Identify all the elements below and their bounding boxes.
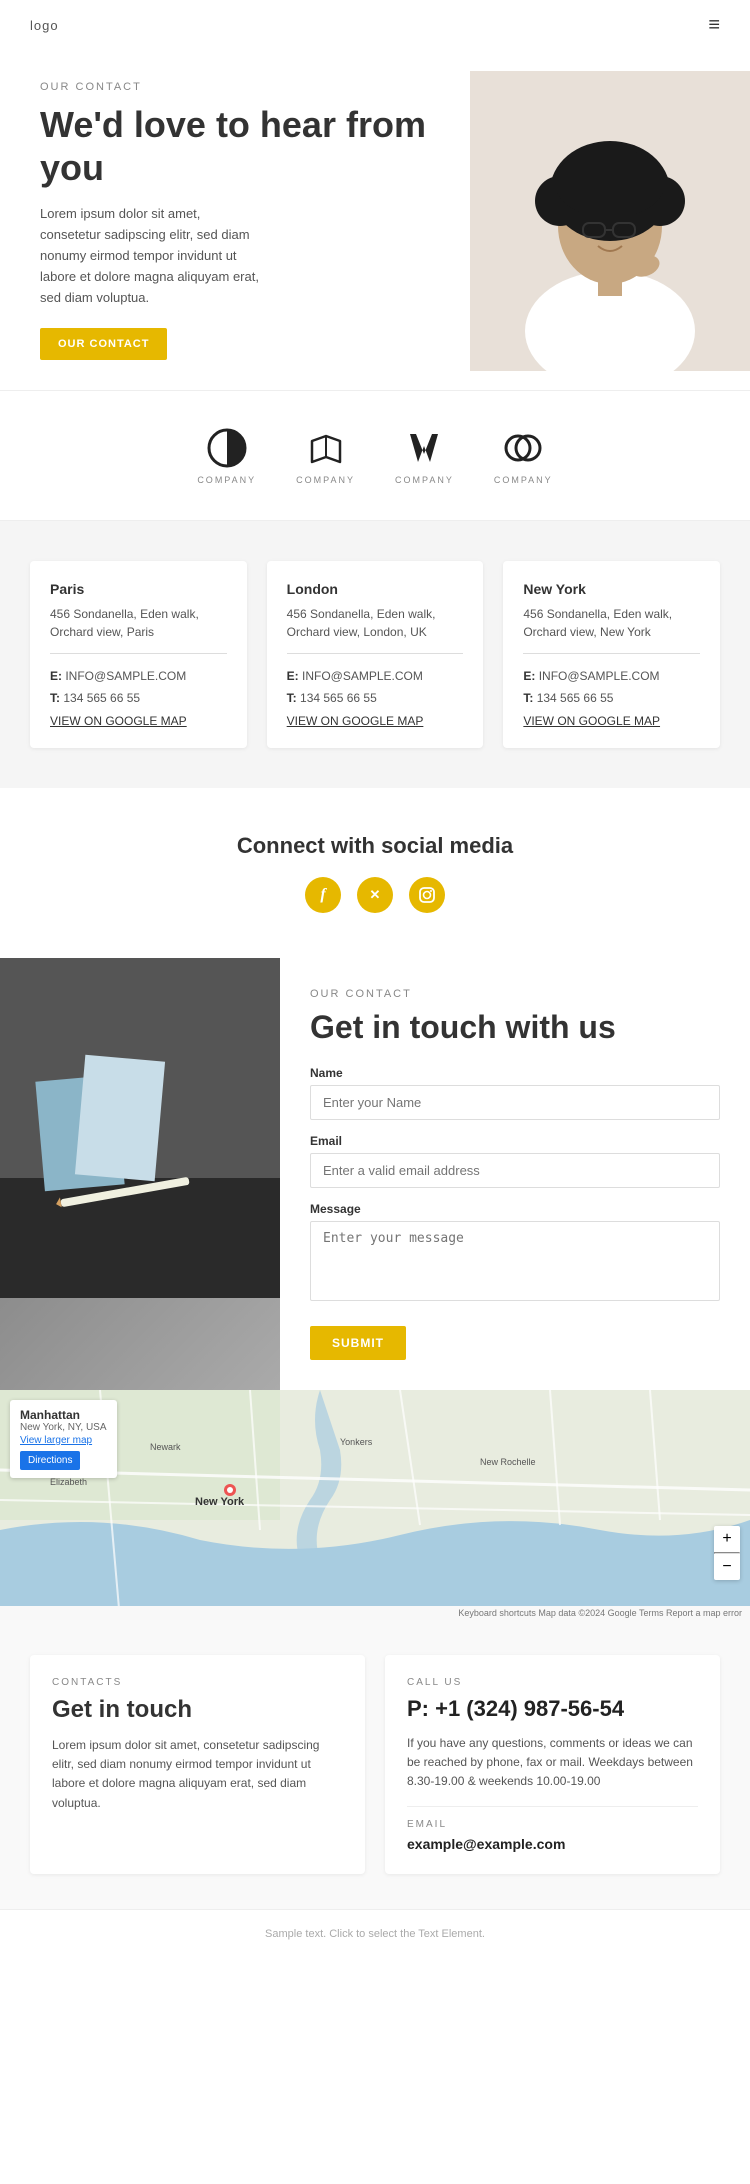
contacts-card-label: CONTACTS	[52, 1677, 343, 1688]
message-form-group: Message	[310, 1202, 720, 1306]
map-zoom-controls: + −	[714, 1526, 740, 1580]
offices-grid: Paris 456 Sondanella, Eden walk, Orchard…	[30, 561, 720, 747]
hero-person-illustration	[470, 71, 750, 371]
message-label: Message	[310, 1202, 720, 1216]
logo-icon-3	[402, 426, 446, 470]
office-city-london: London	[287, 581, 464, 597]
hero-title: We'd love to hear from you	[40, 103, 450, 189]
form-section-title: Get in touch with us	[310, 1008, 720, 1046]
logo-item-1: COMPANY	[197, 426, 256, 485]
map-zoom-in-button[interactable]: +	[714, 1526, 740, 1552]
office-card-london: London 456 Sondanella, Eden walk, Orchar…	[267, 561, 484, 747]
footer-text: Sample text. Click to select the Text El…	[265, 1928, 485, 1940]
office-city-paris: Paris	[50, 581, 227, 597]
office-divider-london	[287, 653, 464, 654]
hero-content: OUR CONTACT We'd love to hear from you L…	[40, 51, 470, 390]
office-map-link-newyork[interactable]: VIEW ON GOOGLE MAP	[523, 714, 700, 728]
map-location: Manhattan	[20, 1408, 80, 1422]
bottom-contacts-section: CONTACTS Get in touch Lorem ipsum dolor …	[0, 1620, 750, 1909]
svg-text:Elizabeth: Elizabeth	[50, 1477, 87, 1487]
logo: logo	[30, 18, 59, 33]
logo-name-2: COMPANY	[296, 475, 355, 485]
logo-name-3: COMPANY	[395, 475, 454, 485]
email-form-group: Email	[310, 1134, 720, 1188]
email-section-label: EMAIL	[407, 1819, 698, 1830]
message-textarea[interactable]	[310, 1221, 720, 1301]
call-card-label: CALL US	[407, 1677, 698, 1688]
contacts-card-desc: Lorem ipsum dolor sit amet, consetetur s…	[52, 1736, 343, 1813]
facebook-icon[interactable]: f	[305, 877, 341, 913]
form-section-label: OUR CONTACT	[310, 988, 720, 1000]
social-title: Connect with social media	[30, 833, 720, 859]
page-footer: Sample text. Click to select the Text El…	[0, 1909, 750, 1956]
hero-section: OUR CONTACT We'd love to hear from you L…	[0, 51, 750, 390]
name-input[interactable]	[310, 1085, 720, 1120]
logo-item-3: COMPANY	[395, 426, 454, 485]
office-divider-newyork	[523, 653, 700, 654]
contact-form-area: OUR CONTACT Get in touch with us Name Em…	[280, 958, 750, 1390]
office-card-newyork: New York 456 Sondanella, Eden walk, Orch…	[503, 561, 720, 747]
submit-button[interactable]: SUBMIT	[310, 1326, 406, 1360]
hero-description: Lorem ipsum dolor sit amet, consetetur s…	[40, 204, 260, 308]
hero-label: OUR CONTACT	[40, 81, 450, 93]
office-map-link-london[interactable]: VIEW ON GOOGLE MAP	[287, 714, 464, 728]
map-overlay-card: Manhattan New York, NY, USA View larger …	[10, 1400, 117, 1478]
call-divider	[407, 1806, 698, 1807]
email-value: example@example.com	[407, 1836, 698, 1852]
hero-image	[470, 71, 750, 371]
logo-icon-4	[501, 426, 545, 470]
logo-name-4: COMPANY	[494, 475, 553, 485]
map-section: New York Yonkers New Rochelle Newark Eli…	[0, 1390, 750, 1620]
menu-icon[interactable]: ≡	[708, 14, 720, 37]
office-card-paris: Paris 456 Sondanella, Eden walk, Orchard…	[30, 561, 247, 747]
contact-image-illustration	[0, 958, 280, 1298]
social-section: Connect with social media f ✕	[0, 788, 750, 958]
svg-text:New Rochelle: New Rochelle	[480, 1457, 536, 1467]
header: logo ≡	[0, 0, 750, 51]
offices-section: Paris 456 Sondanella, Eden walk, Orchard…	[0, 521, 750, 787]
office-map-link-paris[interactable]: VIEW ON GOOGLE MAP	[50, 714, 227, 728]
map-background: New York Yonkers New Rochelle Newark Eli…	[0, 1390, 750, 1620]
contact-form-image	[0, 958, 280, 1390]
contacts-card-title: Get in touch	[52, 1696, 343, 1724]
office-address-paris: 456 Sondanella, Eden walk, Orchard view,…	[50, 605, 227, 641]
svg-text:Yonkers: Yonkers	[340, 1437, 373, 1447]
instagram-icon[interactable]	[409, 877, 445, 913]
map-footer: Keyboard shortcuts Map data ©2024 Google…	[0, 1606, 750, 1620]
office-address-newyork: 456 Sondanella, Eden walk, Orchard view,…	[523, 605, 700, 641]
map-zoom-out-button[interactable]: −	[714, 1554, 740, 1580]
svg-text:Newark: Newark	[150, 1442, 181, 1452]
call-description: If you have any questions, comments or i…	[407, 1734, 698, 1792]
hero-contact-button[interactable]: OUR CONTACT	[40, 328, 167, 360]
call-number: P: +1 (324) 987-56-54	[407, 1696, 698, 1722]
logo-name-1: COMPANY	[197, 475, 256, 485]
email-input[interactable]	[310, 1153, 720, 1188]
office-address-london: 456 Sondanella, Eden walk, Orchard view,…	[287, 605, 464, 641]
twitter-x-icon[interactable]: ✕	[357, 877, 393, 913]
map-view-link[interactable]: View larger map	[20, 1435, 107, 1446]
logos-section: COMPANY COMPANY COMPANY COMPANY	[0, 390, 750, 521]
name-form-group: Name	[310, 1066, 720, 1120]
contacts-card: CONTACTS Get in touch Lorem ipsum dolor …	[30, 1655, 365, 1874]
call-card: CALL US P: +1 (324) 987-56-54 If you hav…	[385, 1655, 720, 1874]
office-contact-london: E: INFO@SAMPLE.COM T: 134 565 66 55	[287, 666, 464, 709]
name-label: Name	[310, 1066, 720, 1080]
logo-icon-2	[304, 426, 348, 470]
map-directions-button[interactable]: Directions	[20, 1451, 80, 1470]
map-footer-text: Keyboard shortcuts Map data ©2024 Google…	[458, 1608, 742, 1618]
logo-icon-1	[205, 426, 249, 470]
svg-text:New York: New York	[195, 1496, 245, 1508]
office-contact-paris: E: INFO@SAMPLE.COM T: 134 565 66 55	[50, 666, 227, 709]
logo-item-2: COMPANY	[296, 426, 355, 485]
office-divider-paris	[50, 653, 227, 654]
office-contact-newyork: E: INFO@SAMPLE.COM T: 134 565 66 55	[523, 666, 700, 709]
logo-item-4: COMPANY	[494, 426, 553, 485]
contact-form-section: OUR CONTACT Get in touch with us Name Em…	[0, 958, 750, 1390]
social-icons-group: f ✕	[30, 877, 720, 913]
map-sublocation: New York, NY, USA	[20, 1422, 107, 1433]
office-city-newyork: New York	[523, 581, 700, 597]
email-label: Email	[310, 1134, 720, 1148]
